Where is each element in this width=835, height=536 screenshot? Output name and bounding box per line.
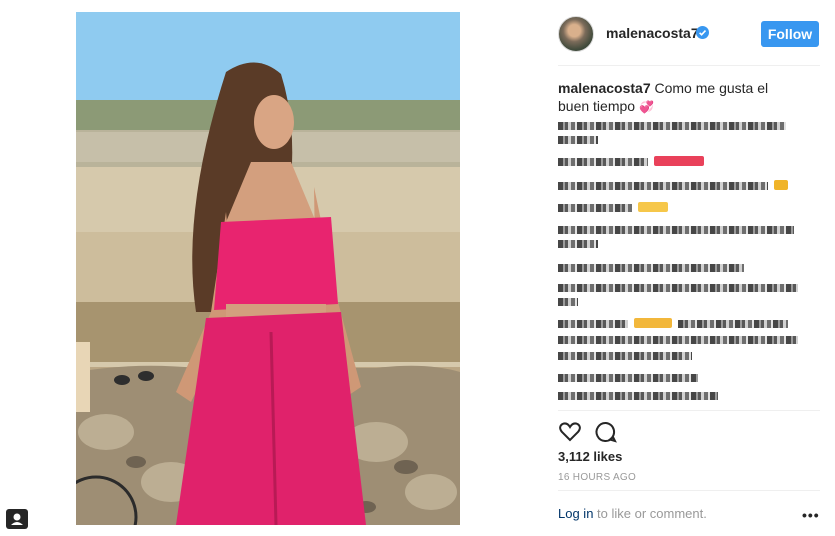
post-actions bbox=[558, 420, 820, 444]
speech-bubble-icon[interactable] bbox=[594, 420, 618, 444]
comment-line bbox=[558, 158, 648, 166]
emoji-blot bbox=[774, 180, 788, 190]
photo-scene bbox=[76, 12, 460, 525]
comment-line bbox=[558, 264, 744, 272]
comment-line bbox=[678, 320, 788, 328]
comment-line bbox=[558, 204, 632, 212]
comment-line bbox=[558, 336, 798, 344]
emoji-blot bbox=[654, 156, 704, 166]
comment-line bbox=[558, 320, 628, 328]
header-divider bbox=[558, 65, 820, 66]
comment-line bbox=[558, 182, 768, 190]
post-header: malenacosta7 Follow bbox=[558, 14, 820, 54]
login-suffix: to like or comment. bbox=[593, 506, 707, 521]
comment-line bbox=[558, 284, 798, 292]
comment-line bbox=[558, 392, 718, 400]
heart-outline-icon[interactable] bbox=[558, 420, 582, 444]
blurred-comments bbox=[558, 118, 820, 404]
footer-divider bbox=[558, 490, 820, 491]
heart-emoji-icon: 💞 bbox=[638, 100, 654, 114]
verified-badge-icon bbox=[696, 26, 709, 39]
emoji-blot bbox=[638, 202, 668, 212]
comment-line bbox=[558, 298, 578, 306]
comment-line bbox=[558, 352, 692, 360]
comment-line bbox=[558, 240, 598, 248]
login-link[interactable]: Log in bbox=[558, 506, 593, 521]
person-tag-icon[interactable] bbox=[6, 509, 28, 529]
post-sidebar: malenacosta7 Follow malenacosta7 Como me… bbox=[558, 0, 820, 536]
login-prompt: Log in to like or comment. bbox=[558, 506, 707, 521]
more-options-icon[interactable]: ••• bbox=[802, 507, 820, 523]
actions-divider bbox=[558, 410, 820, 411]
emoji-blot bbox=[634, 318, 672, 328]
likes-count[interactable]: 3,112 likes bbox=[558, 449, 622, 464]
comment-line bbox=[558, 122, 786, 130]
post-photo[interactable] bbox=[76, 12, 460, 525]
username-link[interactable]: malenacosta7 bbox=[606, 25, 699, 41]
comment-line bbox=[558, 374, 698, 382]
caption-username[interactable]: malenacosta7 bbox=[558, 80, 651, 96]
follow-button[interactable]: Follow bbox=[761, 21, 819, 47]
post-timestamp[interactable]: 16 HOURS AGO bbox=[558, 472, 636, 483]
comment-line bbox=[558, 226, 794, 234]
avatar[interactable] bbox=[558, 16, 594, 52]
post-caption: malenacosta7 Como me gusta el buen tiemp… bbox=[558, 79, 798, 116]
comment-line bbox=[558, 136, 598, 144]
